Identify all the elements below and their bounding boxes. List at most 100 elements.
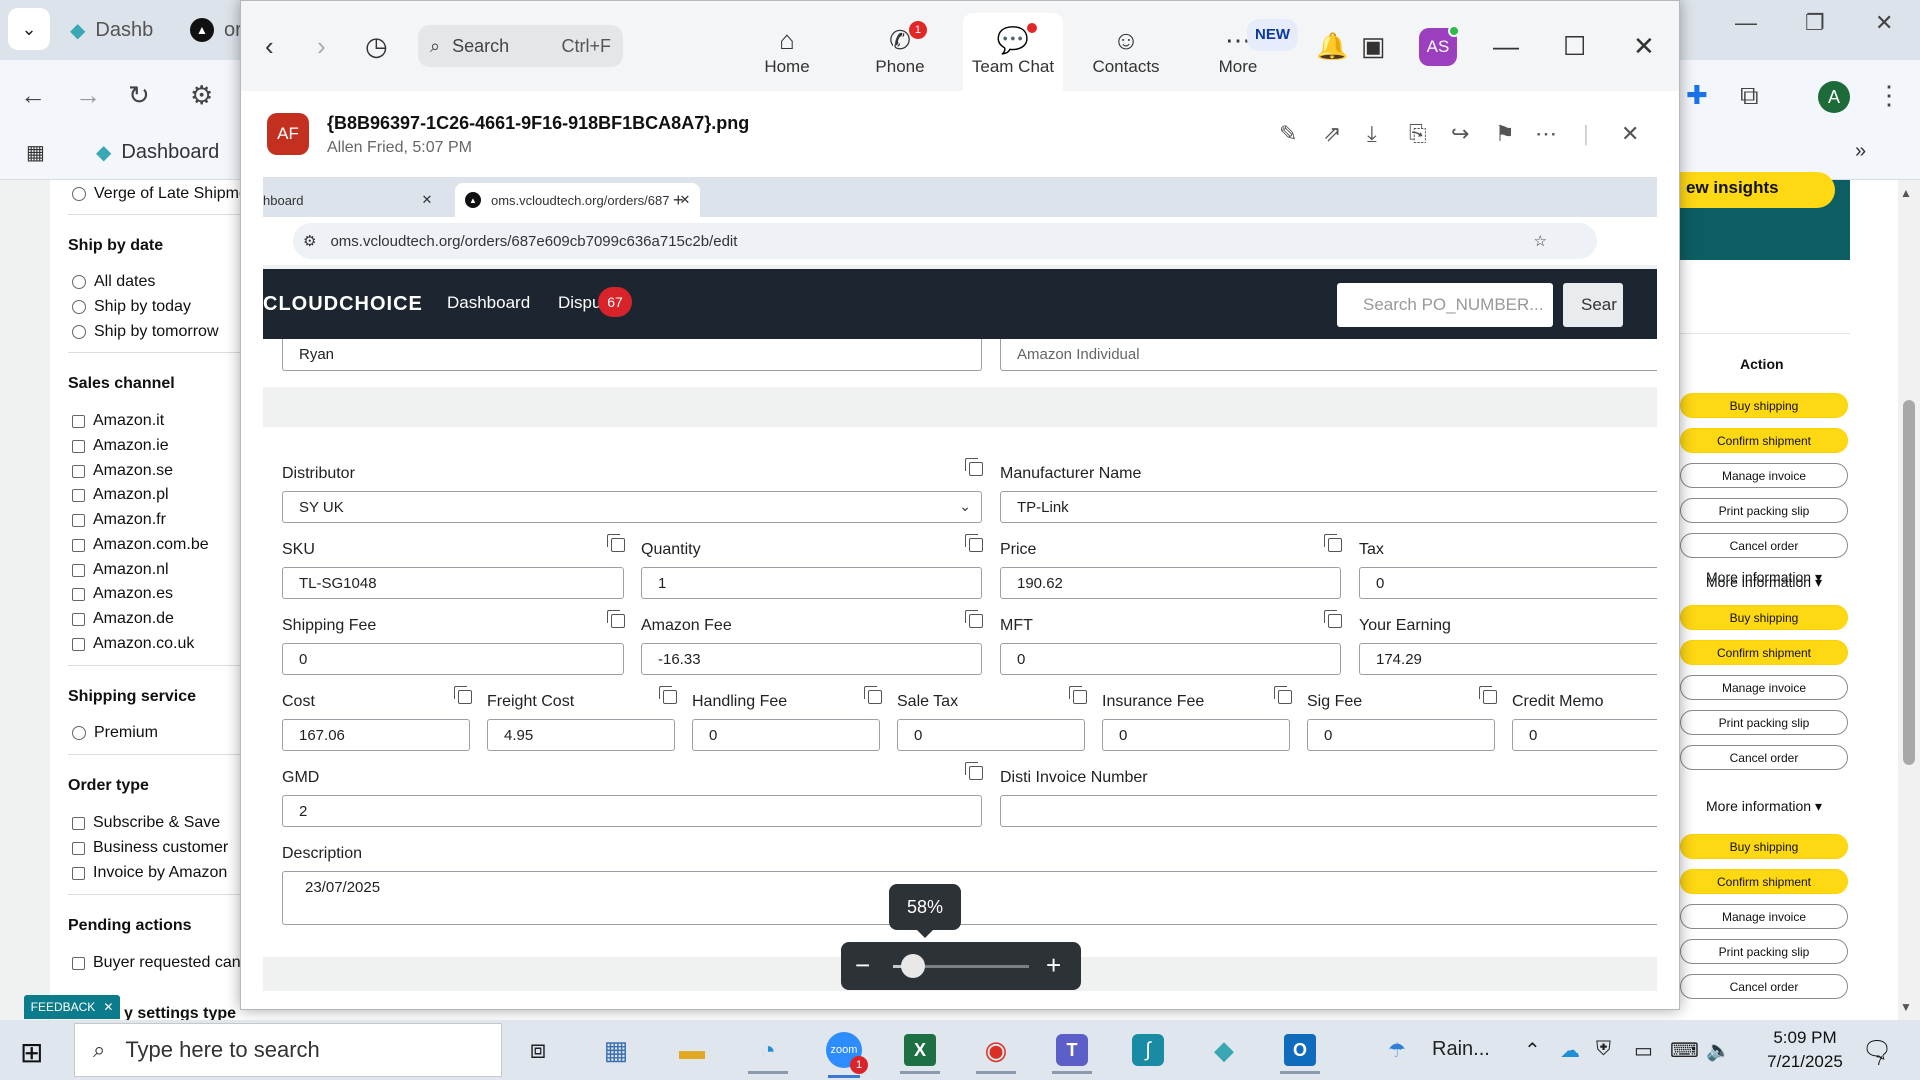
security-icon[interactable]: ⛨ (1596, 1038, 1611, 1061)
maximize-icon[interactable]: ☐ (1563, 31, 1586, 62)
manage-invoice-button[interactable]: Manage invoice (1680, 904, 1848, 929)
nav-contacts[interactable]: ☺ Contacts (1076, 13, 1176, 91)
back-icon[interactable]: ‹ (265, 31, 274, 62)
filter-order-type[interactable]: Subscribe & Save (72, 814, 220, 832)
zoom-out-icon[interactable]: − (855, 950, 870, 981)
minimize-icon[interactable]: — (1735, 10, 1757, 36)
filter-channel[interactable]: Amazon.se (72, 462, 173, 480)
calculator-icon[interactable]: ▦ (594, 1028, 638, 1072)
edit-icon[interactable]: ✎ (1279, 121, 1297, 147)
filter-ship-today[interactable]: Ship by today (72, 298, 191, 316)
filter-order-type[interactable]: Invoice by Amazon (72, 864, 227, 882)
filter-buyer-cancel[interactable]: Buyer requested canc (72, 954, 240, 972)
taskbar-clock[interactable]: 5:09 PM 7/21/2025 (1750, 1026, 1860, 1074)
bell-icon[interactable]: 🔔 (1316, 31, 1348, 62)
more-options-icon[interactable]: ⋯ (1535, 121, 1557, 147)
filter-channel[interactable]: Amazon.fr (72, 511, 166, 529)
confirm-shipment-button[interactable]: Confirm shipment (1680, 428, 1848, 453)
diamond-app-icon[interactable]: ◆ (1202, 1028, 1246, 1072)
sigma-app-icon[interactable]: ∫ (1126, 1028, 1170, 1072)
zoom-search-bar[interactable]: ⌕ Search Ctrl+F (418, 25, 623, 67)
reload-icon[interactable]: ↻ (128, 80, 150, 111)
windows-start-icon[interactable]: ⊞ (20, 1036, 43, 1069)
weather-icon[interactable]: ☂ (1388, 1038, 1406, 1063)
puzzle-icon[interactable]: ⧉ (1740, 80, 1759, 112)
print-packing-slip-button[interactable]: Print packing slip (1680, 939, 1848, 964)
onedrive-icon[interactable]: ☁ (1560, 1038, 1580, 1063)
taskbar-search[interactable]: ⌕ Type here to search (74, 1023, 502, 1077)
nav-phone[interactable]: ✆ 1 Phone (850, 13, 950, 91)
battery-icon[interactable]: ▭ (1634, 1038, 1653, 1063)
weather-text[interactable]: Rain... (1432, 1038, 1490, 1061)
restore-icon[interactable]: ❐ (1805, 10, 1825, 36)
close-icon[interactable]: ✕ (1875, 10, 1893, 36)
buy-shipping-button[interactable]: Buy shipping (1680, 605, 1848, 630)
filter-premium[interactable]: Premium (72, 724, 158, 742)
background-tab-dashboard[interactable]: ◆ Dashb (70, 10, 153, 50)
print-packing-slip-button[interactable]: Print packing slip (1680, 710, 1848, 735)
zoom-slider-knob[interactable] (901, 954, 926, 978)
cancel-order-button[interactable]: Cancel order (1680, 974, 1848, 999)
filter-ship-tomorrow[interactable]: Ship by tomorrow (72, 323, 219, 341)
chevron-up-icon[interactable]: ⌃ (1524, 1038, 1541, 1063)
filter-channel[interactable]: Amazon.nl (72, 561, 169, 579)
bookmark-icon[interactable]: ⚑ (1495, 121, 1515, 147)
filter-order-type[interactable]: Business customer (72, 839, 228, 857)
download-icon[interactable]: ⤓ (1367, 121, 1377, 147)
site-settings-icon[interactable]: ⚙ (190, 80, 213, 111)
back-arrow-icon[interactable]: ← (20, 80, 46, 111)
filter-channel[interactable]: Amazon.pl (72, 486, 169, 504)
nav-team-chat[interactable]: 💬 Team Chat (963, 13, 1063, 91)
history-icon[interactable]: ◷ (365, 31, 388, 62)
scroll-up-icon[interactable]: ▲ (1900, 186, 1912, 200)
bookmarks-overflow-icon[interactable]: » (1855, 140, 1866, 163)
filter-all-dates[interactable]: All dates (72, 273, 155, 291)
zoom-app-icon[interactable]: zoom 1 (822, 1028, 868, 1078)
profile-avatar[interactable]: A (1818, 81, 1850, 113)
confirm-shipment-button[interactable]: Confirm shipment (1680, 869, 1848, 894)
scrollbar-thumb[interactable] (1903, 400, 1915, 765)
filter-channel[interactable]: Amazon.es (72, 585, 173, 603)
close-icon[interactable]: ✕ (1633, 31, 1655, 62)
filter-channel[interactable]: Amazon.com.be (72, 536, 209, 554)
forward-share-icon[interactable]: ↪ (1451, 121, 1469, 147)
background-tab-orders[interactable]: ▲ or (190, 10, 242, 50)
zoom-in-icon[interactable]: + (1046, 950, 1061, 981)
minimize-icon[interactable]: — (1493, 31, 1519, 62)
task-view-icon[interactable]: ⧈ (516, 1028, 560, 1072)
filter-channel[interactable]: Amazon.it (72, 412, 164, 430)
more-information-toggle[interactable]: More information ▾ (1680, 570, 1848, 595)
network-icon[interactable]: ⌨ (1670, 1038, 1699, 1063)
forward-arrow-icon[interactable]: → (75, 80, 101, 111)
nav-home[interactable]: ⌂ Home (737, 13, 837, 91)
browser-menu-icon[interactable]: ⋮ (1876, 80, 1902, 111)
teams-icon[interactable]: T (1050, 1028, 1094, 1072)
tab-search-button[interactable]: ⌄ (8, 8, 50, 50)
filter-channel[interactable]: Amazon.ie (72, 437, 169, 455)
filter-late-shipment[interactable]: Verge of Late Shipme (72, 185, 240, 203)
apps-grid-icon[interactable]: ▦ (26, 140, 45, 165)
manage-invoice-button[interactable]: Manage invoice (1680, 463, 1848, 488)
volume-icon[interactable]: 🔈 (1706, 1038, 1731, 1063)
close-icon[interactable]: ✕ (103, 1000, 113, 1014)
excel-icon[interactable]: X (898, 1028, 942, 1072)
edge-icon[interactable]: ◔ (746, 1028, 790, 1072)
print-packing-slip-button[interactable]: Print packing slip (1680, 498, 1848, 523)
cancel-order-button[interactable]: Cancel order (1680, 745, 1848, 770)
filter-channel[interactable]: Amazon.co.uk (72, 635, 194, 653)
filter-channel[interactable]: Amazon.de (72, 610, 174, 628)
confirm-shipment-button[interactable]: Confirm shipment (1680, 640, 1848, 665)
buy-shipping-button[interactable]: Buy shipping (1680, 393, 1848, 418)
view-insights-button[interactable]: ew insights (1680, 172, 1835, 208)
calendar-icon[interactable]: ▣ (1361, 31, 1386, 62)
forward-icon[interactable]: › (317, 31, 326, 62)
chrome-icon[interactable]: ◉ (974, 1028, 1018, 1072)
buy-shipping-button[interactable]: Buy shipping (1680, 834, 1848, 859)
cancel-order-button[interactable]: Cancel order (1680, 533, 1848, 558)
bookmark-dashboard[interactable]: ◆ Dashboard (96, 140, 219, 165)
share-screen-icon[interactable]: ⎘ (1409, 121, 1427, 147)
file-explorer-icon[interactable]: ▬ (670, 1028, 714, 1072)
extension-icon[interactable]: ✚ (1686, 80, 1708, 111)
feedback-button[interactable]: FEEDBACK ✕ (24, 995, 120, 1019)
open-external-icon[interactable]: ⇗ (1323, 121, 1341, 147)
